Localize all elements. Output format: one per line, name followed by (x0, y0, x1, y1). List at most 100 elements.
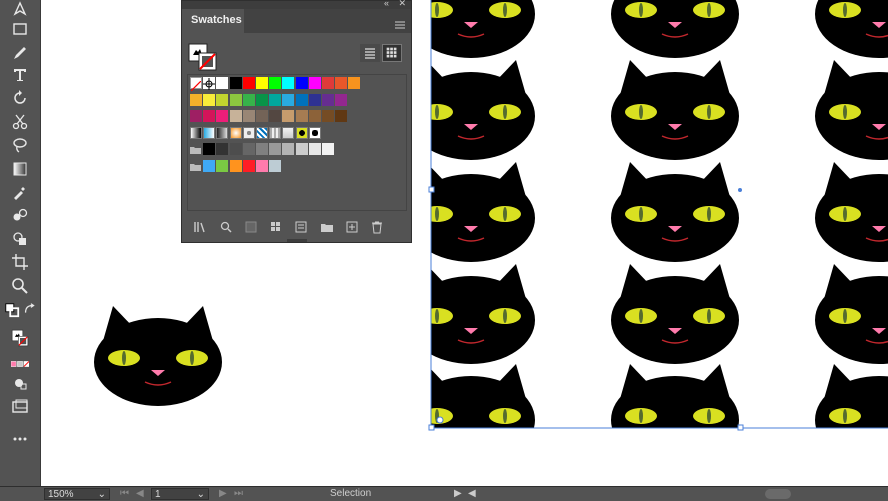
swatch-cell[interactable] (216, 143, 229, 155)
swatch-cell[interactable] (216, 126, 229, 139)
swatch-cell[interactable] (229, 143, 242, 155)
blend-tool-icon[interactable] (10, 206, 30, 224)
more-tools-icon[interactable] (10, 430, 30, 448)
swatch-cell[interactable] (242, 93, 255, 106)
delete-swatch-icon[interactable] (370, 220, 384, 234)
swatch-cell[interactable] (322, 110, 334, 122)
swatch-cell[interactable] (256, 143, 268, 155)
swatch-cell[interactable] (216, 159, 229, 172)
swatch-cell[interactable] (256, 126, 268, 139)
swatch-cell[interactable] (269, 143, 282, 155)
new-color-group-icon[interactable] (320, 220, 334, 234)
type-tool-icon[interactable] (10, 66, 30, 84)
swatch-cell[interactable] (282, 126, 295, 139)
swatch-cell[interactable] (216, 77, 229, 89)
swatch-kind-icon[interactable] (244, 220, 258, 234)
chevron-down-icon[interactable]: ⌄ (197, 489, 205, 501)
swatch-cell[interactable] (256, 159, 268, 172)
swatch-cell[interactable] (190, 110, 202, 122)
next-artboard-icon[interactable]: ▶ (219, 488, 227, 499)
panel-menu-icon[interactable] (395, 16, 405, 29)
swatch-cell[interactable] (269, 93, 282, 106)
rectangle-tool-icon[interactable] (10, 20, 30, 38)
swatch-cell[interactable] (229, 159, 242, 172)
swatch-cell[interactable] (335, 93, 348, 106)
swatch-cell[interactable] (216, 93, 229, 106)
swatch-cell[interactable] (308, 93, 321, 106)
swatch-cell[interactable] (242, 126, 255, 139)
draw-mode-icon[interactable] (10, 374, 30, 392)
swatch-cell[interactable] (203, 77, 216, 90)
panel-resize-grip[interactable] (287, 239, 307, 242)
horizontal-scrollbar-thumb[interactable] (765, 489, 791, 499)
swatch-cell[interactable] (282, 93, 295, 106)
swatch-cell[interactable] (256, 77, 268, 89)
swatch-cell[interactable] (203, 126, 216, 139)
fill-stroke-control[interactable] (4, 322, 36, 354)
last-artboard-icon[interactable]: ⏭ (234, 488, 243, 499)
swatch-libraries-icon[interactable] (193, 220, 207, 234)
status-menu-icon[interactable]: ▶ (454, 488, 462, 499)
swatch-cell[interactable] (269, 77, 282, 89)
canvas-area[interactable] (41, 0, 888, 486)
first-artboard-icon[interactable]: ⏮ (120, 488, 129, 499)
swatch-cell[interactable] (229, 93, 242, 106)
color-group-folder-icon[interactable] (190, 160, 202, 172)
swatch-cell[interactable] (269, 110, 282, 122)
find-swatch-icon[interactable] (219, 220, 233, 234)
swap-fill-stroke-icon[interactable] (22, 301, 38, 319)
swatch-cell[interactable] (216, 110, 229, 122)
swatch-options-icon[interactable] (294, 220, 308, 234)
swatch-cell[interactable] (229, 77, 242, 89)
swatch-cell[interactable] (203, 143, 216, 155)
tab-swatches[interactable]: Swatches (182, 9, 244, 33)
swatch-cell[interactable] (295, 77, 308, 89)
swatch-cell[interactable] (295, 110, 308, 122)
swatch-cell[interactable] (242, 110, 255, 122)
swatch-cell[interactable] (308, 110, 321, 122)
color-group-folder-icon[interactable] (190, 143, 202, 155)
swatches-panel[interactable]: « ✕ Swatches (181, 0, 412, 243)
new-swatch-icon[interactable] (345, 220, 359, 234)
swatch-cell[interactable] (335, 110, 348, 122)
swatch-cell[interactable] (190, 77, 202, 92)
eyedropper-tool-icon[interactable] (10, 183, 30, 201)
swatch-cell[interactable] (308, 143, 321, 155)
swatch-cell[interactable] (203, 110, 216, 122)
swatch-cell[interactable] (282, 143, 295, 155)
chevron-down-icon[interactable]: ⌄ (98, 489, 106, 501)
pen-tool-icon[interactable] (10, 0, 30, 18)
swatch-cell[interactable] (308, 77, 321, 89)
swatch-cell[interactable] (295, 126, 308, 139)
shape-builder-tool-icon[interactable] (10, 230, 30, 248)
swatch-cell[interactable] (282, 77, 295, 89)
scissors-tool-icon[interactable] (10, 113, 30, 131)
swatch-cell[interactable] (190, 126, 202, 139)
list-view-button[interactable] (360, 44, 380, 62)
pencil-tool-icon[interactable] (10, 44, 30, 62)
swatch-cell[interactable] (242, 143, 255, 155)
close-icon[interactable]: ✕ (398, 0, 406, 9)
swatch-cell[interactable] (295, 93, 308, 106)
swatch-cell[interactable] (229, 126, 242, 139)
swatch-cell[interactable] (242, 159, 255, 172)
swatch-cell[interactable] (203, 159, 216, 172)
swatch-cell[interactable] (269, 159, 282, 172)
swatch-cell[interactable] (322, 143, 334, 155)
zoom-field[interactable]: 150% ⌄ (44, 488, 110, 500)
rotate-tool-icon[interactable] (10, 89, 30, 107)
swatch-cell[interactable] (348, 77, 361, 89)
zoom-tool-icon[interactable] (10, 277, 30, 295)
prev-artboard-icon[interactable]: ◀ (136, 488, 144, 499)
color-mode-buttons[interactable] (6, 358, 34, 370)
show-swatch-kinds-icon[interactable] (269, 220, 283, 234)
swatch-cell[interactable] (308, 126, 321, 139)
artboard-field[interactable]: 1 ⌄ (151, 488, 209, 500)
swatch-cell[interactable] (322, 77, 334, 89)
cat-artwork[interactable] (93, 305, 223, 407)
cat-pattern[interactable] (407, 0, 888, 464)
grid-view-button[interactable] (382, 44, 402, 62)
lasso-tool-icon[interactable] (10, 136, 30, 154)
swatch-cell[interactable] (269, 126, 282, 139)
gradient-tool-icon[interactable] (10, 160, 30, 178)
